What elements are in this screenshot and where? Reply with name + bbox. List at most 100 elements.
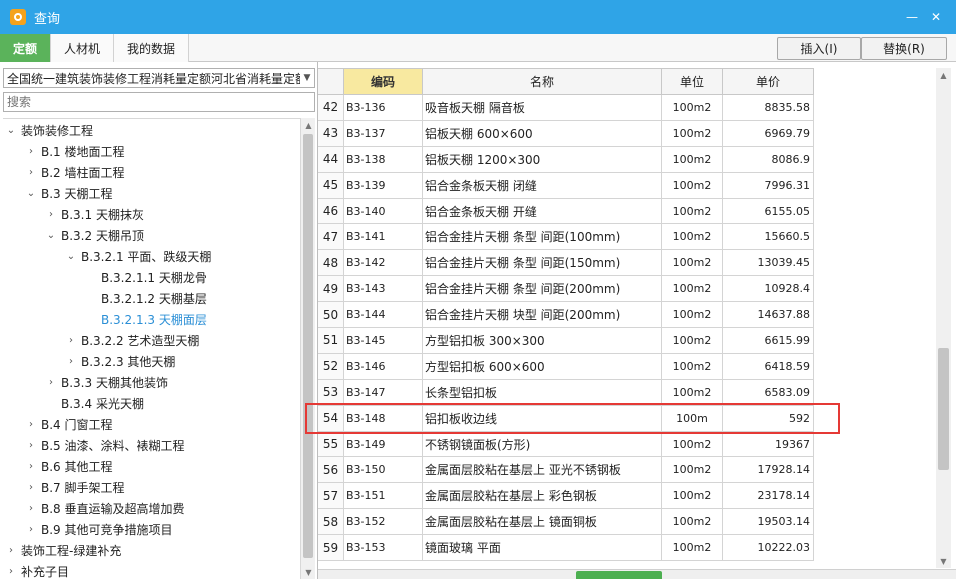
cell-price[interactable]: 14637.88 bbox=[723, 302, 814, 329]
cell-index[interactable]: 50 bbox=[318, 302, 344, 329]
tree-item[interactable]: B.3.2.1.1 天棚龙骨 bbox=[83, 267, 207, 288]
cell-name[interactable]: 铝板天棚 1200×300 bbox=[423, 146, 662, 173]
insert-button[interactable]: 插入(I) bbox=[777, 37, 861, 60]
tree-scroll-thumb[interactable] bbox=[303, 134, 313, 558]
cell-price[interactable]: 13039.45 bbox=[723, 250, 814, 277]
tree-item[interactable]: ⌄ B.3.2.1 平面、跌级天棚 bbox=[63, 246, 212, 267]
tab-0[interactable]: 定额 bbox=[0, 34, 52, 62]
cell-code[interactable]: B3-145 bbox=[344, 328, 423, 354]
chevron-right-icon[interactable]: › bbox=[23, 435, 39, 456]
cell-unit[interactable]: 100m2 bbox=[662, 379, 723, 406]
cell-index[interactable]: 56 bbox=[318, 457, 344, 484]
cell-index[interactable]: 43 bbox=[318, 120, 344, 147]
cell-unit[interactable]: 100m2 bbox=[662, 535, 723, 562]
cell-unit[interactable]: 100m2 bbox=[662, 509, 723, 536]
cell-unit[interactable]: 100m bbox=[662, 405, 723, 432]
cell-unit[interactable]: 100m2 bbox=[662, 172, 723, 199]
tree-item[interactable]: › B.3.1 天棚抹灰 bbox=[43, 204, 144, 225]
cell-price[interactable]: 23178.14 bbox=[723, 483, 814, 510]
cell-index[interactable]: 54 bbox=[318, 405, 344, 432]
scroll-up-icon[interactable]: ▲ bbox=[936, 68, 951, 82]
cell-index[interactable]: 46 bbox=[318, 198, 344, 225]
cell-index[interactable]: 58 bbox=[318, 509, 344, 536]
grid-scrollbar[interactable]: ▲ ▼ bbox=[936, 68, 951, 568]
cell-unit[interactable]: 100m2 bbox=[662, 431, 723, 458]
tree-item[interactable]: › B.7 脚手架工程 bbox=[23, 477, 125, 498]
cell-code[interactable]: B3-137 bbox=[344, 120, 423, 147]
cell-unit[interactable]: 100m2 bbox=[662, 276, 723, 303]
close-button[interactable]: ✕ bbox=[924, 8, 948, 26]
tree-item[interactable]: B.3.2.1.2 天棚基层 bbox=[83, 288, 207, 309]
cell-code[interactable]: B3-149 bbox=[344, 431, 423, 458]
table-row[interactable]: 43 B3-137 铝板天棚 600×600 100m2 6969.79 bbox=[318, 120, 938, 147]
table-row[interactable]: 52 B3-146 方型铝扣板 600×600 100m2 6418.59 bbox=[318, 353, 938, 380]
table-row[interactable]: 47 B3-141 铝合金挂片天棚 条型 间距(100mm) 100m2 15660.5 bbox=[318, 224, 938, 251]
library-select[interactable]: 全国统一建筑装饰装修工程消耗量定额河北省消耗量定额 ▼ bbox=[3, 68, 315, 88]
cell-name[interactable]: 铝扣板收边线 bbox=[423, 405, 662, 432]
chevron-right-icon[interactable]: › bbox=[43, 204, 59, 225]
cell-unit[interactable]: 100m2 bbox=[662, 198, 723, 225]
cell-name[interactable]: 铝合金挂片天棚 条型 间距(150mm) bbox=[423, 250, 662, 277]
cell-price[interactable]: 592 bbox=[723, 405, 814, 432]
cell-name[interactable]: 吸音板天棚 隔音板 bbox=[423, 95, 662, 121]
table-row[interactable]: 54 B3-148 铝扣板收边线 100m 592 bbox=[318, 405, 938, 432]
cell-unit[interactable]: 100m2 bbox=[662, 457, 723, 484]
tree-item[interactable]: › B.5 油漆、涂料、裱糊工程 bbox=[23, 435, 185, 456]
chevron-right-icon[interactable]: › bbox=[3, 540, 19, 561]
cell-name[interactable]: 铝合金挂片天棚 条型 间距(200mm) bbox=[423, 276, 662, 303]
tree-item[interactable]: › B.6 其他工程 bbox=[23, 456, 113, 477]
cell-price[interactable]: 7996.31 bbox=[723, 172, 814, 199]
tree-item[interactable]: ⌄ 装饰装修工程 bbox=[3, 120, 93, 141]
tree-scrollbar[interactable]: ▲ ▼ bbox=[300, 118, 315, 579]
cell-name[interactable]: 镜面玻璃 平面 bbox=[423, 535, 662, 562]
tree-item[interactable]: ⌄ B.3 天棚工程 bbox=[23, 183, 113, 204]
chevron-right-icon[interactable]: › bbox=[23, 162, 39, 183]
cell-code[interactable]: B3-152 bbox=[344, 509, 423, 536]
cell-price[interactable]: 10222.03 bbox=[723, 535, 814, 562]
cell-code[interactable]: B3-147 bbox=[344, 379, 423, 406]
cell-code[interactable]: B3-148 bbox=[344, 405, 423, 432]
minimize-button[interactable]: — bbox=[900, 8, 924, 26]
table-row[interactable]: 48 B3-142 铝合金挂片天棚 条型 间距(150mm) 100m2 13039.4… bbox=[318, 250, 938, 277]
search-input[interactable] bbox=[3, 92, 315, 112]
tree-item[interactable]: › B.4 门窗工程 bbox=[23, 414, 113, 435]
cell-index[interactable]: 42 bbox=[318, 95, 344, 121]
splitter-grip[interactable] bbox=[576, 571, 662, 579]
cell-code[interactable]: B3-151 bbox=[344, 483, 423, 510]
cell-price[interactable]: 19367 bbox=[723, 431, 814, 458]
cell-code[interactable]: B3-150 bbox=[344, 457, 423, 484]
header-name[interactable]: 名称 bbox=[423, 68, 662, 95]
tree-item[interactable]: › B.8 垂直运输及超高增加费 bbox=[23, 498, 185, 519]
cell-code[interactable]: B3-138 bbox=[344, 146, 423, 173]
chevron-right-icon[interactable]: › bbox=[23, 456, 39, 477]
cell-code[interactable]: B3-143 bbox=[344, 276, 423, 303]
table-row[interactable]: 49 B3-143 铝合金挂片天棚 条型 间距(200mm) 100m2 10928.4 bbox=[318, 276, 938, 303]
tree-item[interactable]: › B.3.3 天棚其他装饰 bbox=[43, 372, 168, 393]
cell-name[interactable]: 铝合金条板天棚 开缝 bbox=[423, 198, 662, 225]
replace-button[interactable]: 替换(R) bbox=[861, 37, 947, 60]
tree-item[interactable]: B.3.2.1.3 天棚面层 bbox=[83, 309, 207, 330]
grid-scroll-thumb[interactable] bbox=[938, 348, 949, 470]
cell-index[interactable]: 57 bbox=[318, 483, 344, 510]
scroll-up-icon[interactable]: ▲ bbox=[301, 118, 316, 132]
tree-item[interactable]: › B.3.2.3 其他天棚 bbox=[63, 351, 175, 372]
cell-name[interactable]: 金属面层胶粘在基层上 镜面铜板 bbox=[423, 509, 662, 536]
cell-index[interactable]: 59 bbox=[318, 535, 344, 562]
tree-item[interactable]: › B.1 楼地面工程 bbox=[23, 141, 125, 162]
tab-1[interactable]: 人材机 bbox=[51, 34, 115, 62]
cell-index[interactable]: 44 bbox=[318, 146, 344, 173]
table-row[interactable]: 55 B3-149 不锈钢镜面板(方形) 100m2 19367 bbox=[318, 431, 938, 458]
cell-unit[interactable]: 100m2 bbox=[662, 302, 723, 329]
scroll-down-icon[interactable]: ▼ bbox=[936, 554, 951, 568]
cell-unit[interactable]: 100m2 bbox=[662, 146, 723, 173]
tree-item[interactable]: › 补充子目 bbox=[3, 561, 69, 579]
cell-unit[interactable]: 100m2 bbox=[662, 483, 723, 510]
chevron-down-icon[interactable]: ⌄ bbox=[43, 225, 59, 246]
table-row[interactable]: 50 B3-144 铝合金挂片天棚 块型 间距(200mm) 100m2 14637.8… bbox=[318, 302, 938, 329]
cell-code[interactable]: B3-142 bbox=[344, 250, 423, 277]
cell-index[interactable]: 52 bbox=[318, 353, 344, 380]
cell-price[interactable]: 6969.79 bbox=[723, 120, 814, 147]
table-row[interactable]: 51 B3-145 方型铝扣板 300×300 100m2 6615.99 bbox=[318, 328, 938, 354]
header-code[interactable]: 编码 bbox=[344, 68, 423, 95]
cell-name[interactable]: 长条型铝扣板 bbox=[423, 379, 662, 406]
